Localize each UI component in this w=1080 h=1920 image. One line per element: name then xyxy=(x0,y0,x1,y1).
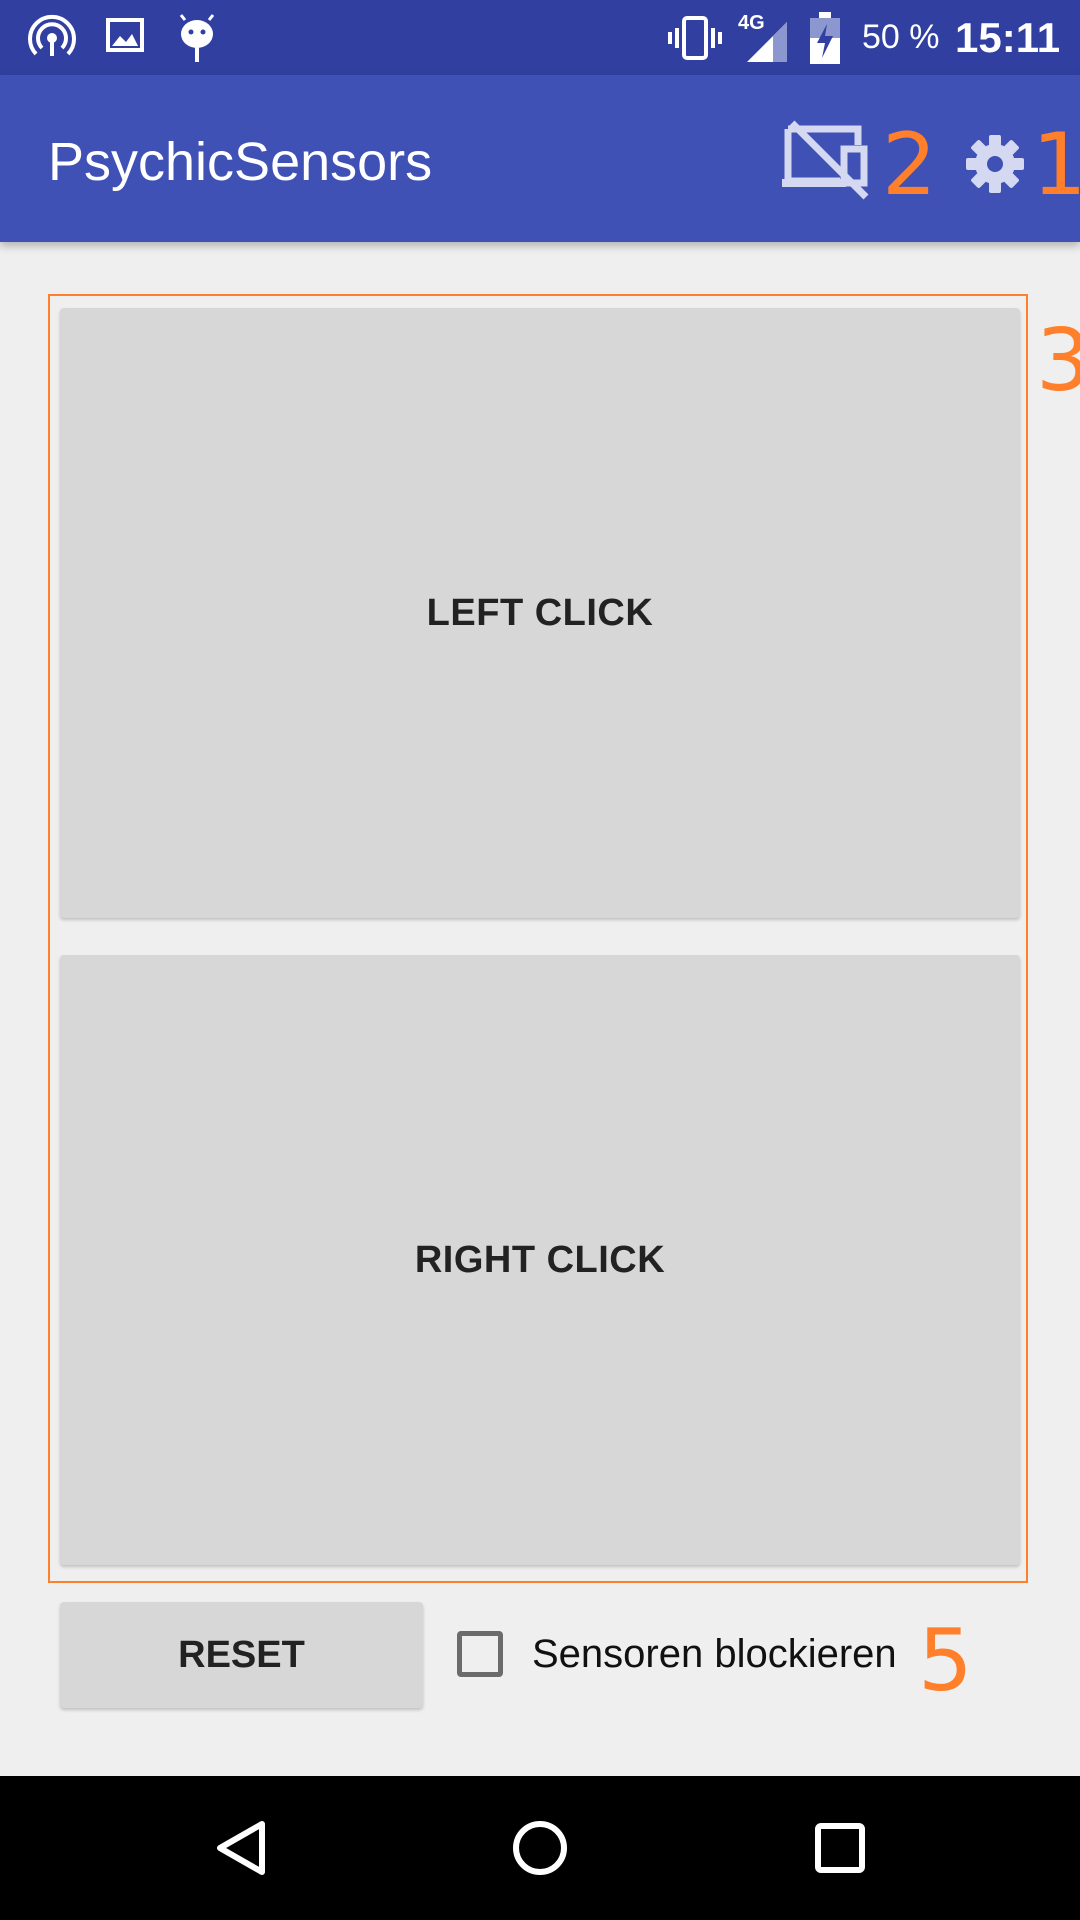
signal-4g-icon xyxy=(747,22,787,62)
battery-percentage: 50 % xyxy=(862,18,940,56)
settings-icon[interactable] xyxy=(964,133,1026,195)
image-icon xyxy=(106,18,144,52)
vibrate-icon xyxy=(668,16,722,60)
android-icon xyxy=(179,14,215,62)
reset-label: RESET xyxy=(178,1633,305,1676)
recents-icon[interactable] xyxy=(812,1820,868,1876)
navigation-bar xyxy=(0,1776,1080,1920)
right-click-button[interactable]: RIGHT CLICK xyxy=(60,955,1020,1565)
reset-button[interactable]: RESET xyxy=(60,1602,423,1708)
home-icon[interactable] xyxy=(510,1818,570,1878)
block-sensors-checkbox[interactable] xyxy=(457,1631,503,1677)
battery-charging-icon xyxy=(810,12,840,64)
left-click-label: LEFT CLICK xyxy=(426,591,654,634)
right-click-label: RIGHT CLICK xyxy=(414,1238,666,1281)
annotation-number-5: 5 xyxy=(918,1611,973,1711)
status-bar: 4G 50 % 15:11 xyxy=(0,0,1080,75)
annotation-number-2: 2 xyxy=(882,115,937,215)
app-title: PsychicSensors xyxy=(48,132,433,192)
back-icon[interactable] xyxy=(212,1818,272,1878)
clock: 15:11 xyxy=(955,14,1061,61)
cast-off-icon[interactable] xyxy=(778,119,878,201)
block-sensors-label[interactable]: Sensoren blockieren xyxy=(532,1632,897,1677)
hotspot-icon xyxy=(28,14,76,56)
annotation-number-1: 1 xyxy=(1032,115,1080,215)
annotation-number-3: 3 xyxy=(1036,311,1080,411)
left-click-button[interactable]: LEFT CLICK xyxy=(60,308,1020,918)
